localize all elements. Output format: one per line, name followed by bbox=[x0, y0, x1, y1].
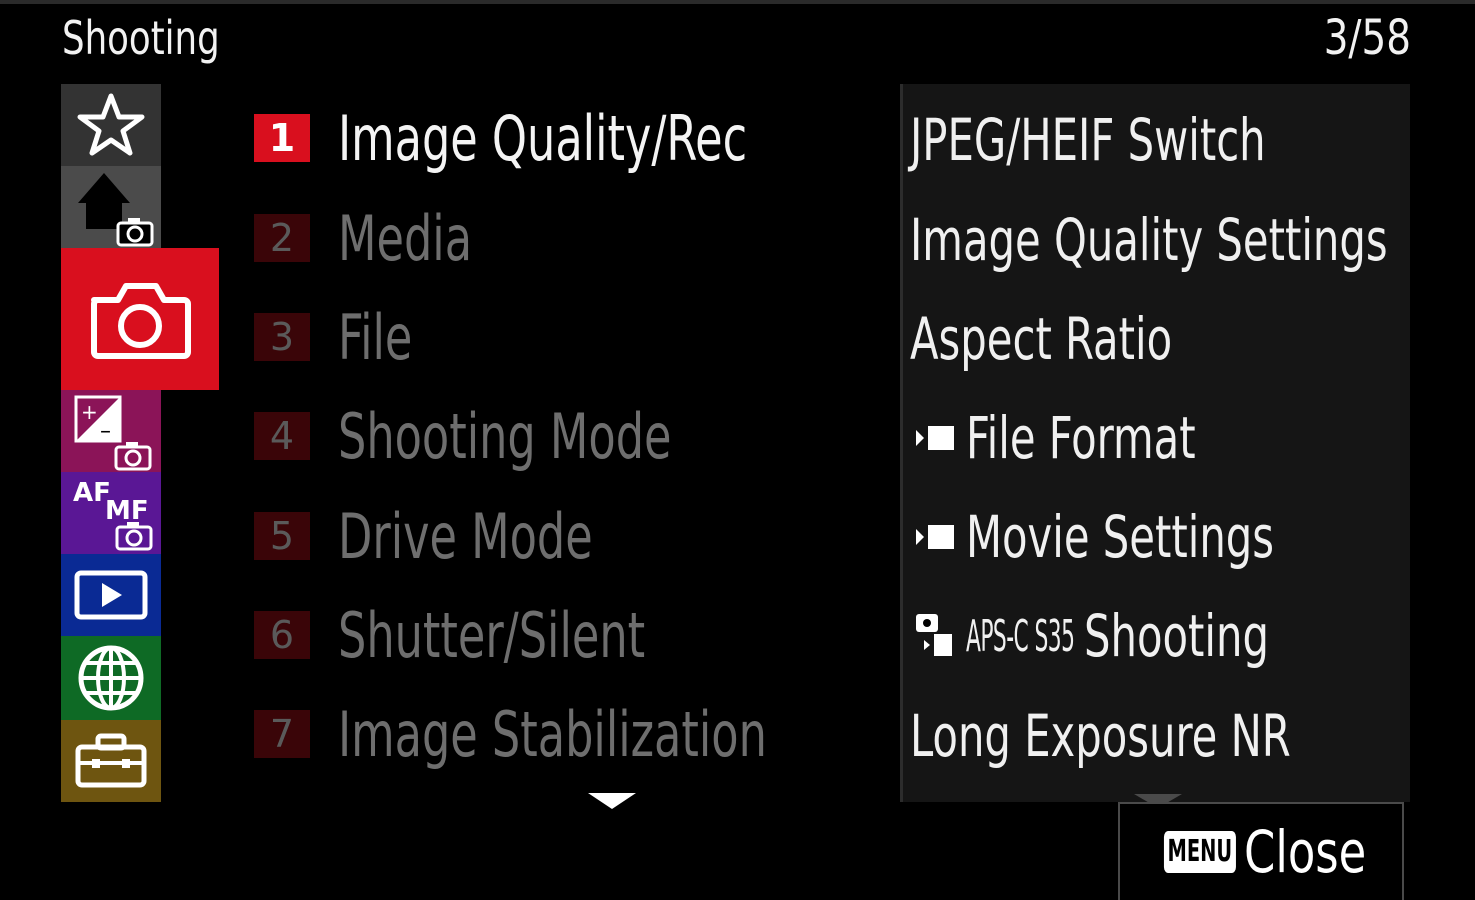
submenu-label: Shutter/Silent bbox=[338, 598, 646, 672]
sidebar-item-network[interactable] bbox=[61, 636, 161, 720]
setting-movie-settings[interactable]: Movie Settings bbox=[910, 497, 1351, 577]
globe-icon bbox=[78, 645, 144, 711]
setting-aspect-ratio[interactable]: Aspect Ratio bbox=[910, 299, 1238, 379]
submenu-item-shutter-silent[interactable]: 6 Shutter/Silent bbox=[254, 595, 722, 675]
movie-icon bbox=[910, 418, 958, 458]
submenu-label: Media bbox=[338, 201, 473, 275]
play-icon bbox=[74, 570, 148, 620]
submenu-label: File bbox=[338, 300, 413, 374]
submenu-item-drive-mode[interactable]: 5 Drive Mode bbox=[254, 496, 656, 576]
submenu-label: Image Stabilization bbox=[338, 697, 767, 771]
setting-label: Image Quality Settings bbox=[910, 206, 1388, 274]
submenu-item-media[interactable]: 2 Media bbox=[254, 198, 506, 278]
sidebar-item-playback[interactable] bbox=[61, 554, 161, 636]
still-movie-icon bbox=[910, 610, 958, 662]
setting-label: Movie Settings bbox=[966, 503, 1275, 571]
setting-label: File Format bbox=[966, 404, 1196, 472]
sidebar-item-focus[interactable]: AF MF bbox=[61, 472, 161, 554]
close-button[interactable]: MENU Close bbox=[1118, 802, 1404, 900]
submenu-number: 7 bbox=[254, 710, 310, 758]
svg-text:+: + bbox=[81, 400, 98, 424]
movie-icon bbox=[910, 517, 958, 557]
submenu-label: Image Quality/Rec bbox=[338, 101, 748, 175]
exposure-camera-icon: + – bbox=[74, 395, 152, 471]
setting-label: Long Exposure NR bbox=[910, 702, 1291, 770]
setting-image-quality-settings[interactable]: Image Quality Settings bbox=[910, 200, 1475, 280]
submenu-number: 5 bbox=[254, 512, 310, 560]
submenu-label: Drive Mode bbox=[338, 499, 593, 573]
submenu-item-file[interactable]: 3 File bbox=[254, 297, 431, 377]
submenu-label: Shooting Mode bbox=[338, 399, 672, 473]
apsc-s35-label: APS-C S35 bbox=[966, 610, 1075, 662]
submenu-number: 4 bbox=[254, 412, 310, 460]
setting-jpeg-heif-switch[interactable]: JPEG/HEIF Switch bbox=[910, 100, 1355, 180]
setting-label: JPEG/HEIF Switch bbox=[910, 106, 1266, 174]
down-arrow-icon[interactable] bbox=[588, 793, 636, 809]
af-mf-camera-icon: AF MF bbox=[73, 478, 153, 551]
setting-label: Aspect Ratio bbox=[910, 305, 1173, 373]
sidebar-item-setup[interactable] bbox=[61, 720, 161, 802]
sidebar-item-shooting[interactable] bbox=[61, 248, 219, 390]
star-icon bbox=[77, 93, 145, 156]
sidebar-item-main[interactable] bbox=[61, 166, 161, 248]
camera-icon bbox=[91, 283, 191, 359]
home-camera-icon bbox=[78, 173, 154, 247]
submenu-item-image-stabilization[interactable]: 7 Image Stabilization bbox=[254, 694, 874, 774]
submenu-number: 2 bbox=[254, 214, 310, 262]
menu-button-icon: MENU bbox=[1163, 831, 1236, 873]
setting-file-format[interactable]: File Format bbox=[910, 398, 1253, 478]
sidebar-item-my-menu[interactable] bbox=[61, 84, 161, 166]
sidebar-item-exposure-color[interactable]: + – bbox=[61, 390, 161, 472]
setting-label: Shooting bbox=[1084, 602, 1269, 670]
close-label: Close bbox=[1243, 818, 1367, 886]
submenu-item-image-quality[interactable]: 1 Image Quality/Rec bbox=[254, 98, 849, 178]
page-title: Shooting bbox=[62, 11, 220, 65]
submenu-number: 1 bbox=[254, 114, 310, 162]
submenu-item-shooting-mode[interactable]: 4 Shooting Mode bbox=[254, 396, 755, 476]
svg-text:–: – bbox=[100, 419, 111, 444]
top-border bbox=[0, 0, 1475, 4]
mf-label: MF bbox=[105, 496, 149, 526]
toolbox-icon bbox=[75, 733, 147, 788]
page-counter: 3/58 bbox=[1323, 10, 1411, 66]
setting-apsc-s35-shooting[interactable]: APS-C S35 Shooting bbox=[910, 596, 1315, 676]
submenu-number: 3 bbox=[254, 313, 310, 361]
submenu-number: 6 bbox=[254, 611, 310, 659]
setting-long-exposure-nr[interactable]: Long Exposure NR bbox=[910, 696, 1386, 776]
